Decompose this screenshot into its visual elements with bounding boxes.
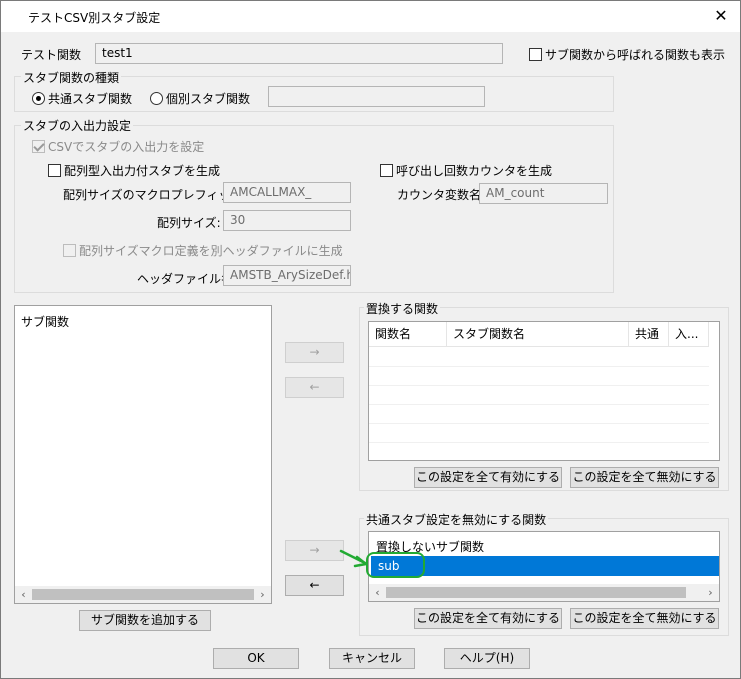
scroll-thumb[interactable] xyxy=(386,587,686,598)
radio-dot xyxy=(150,92,163,105)
array-stub-checkbox[interactable]: 配列型入出力付スタブを生成 xyxy=(48,162,220,179)
add-sub-function-button[interactable]: サブ関数を追加する xyxy=(79,610,211,631)
column-function-name[interactable]: 関数名 xyxy=(369,322,447,347)
stub-io-title: スタブの入出力設定 xyxy=(21,117,134,134)
macro-header-label: 配列サイズマクロ定義を別ヘッダファイルに生成 xyxy=(79,244,343,258)
help-button[interactable]: ヘルプ(H) xyxy=(444,648,530,669)
column-stub-name[interactable]: スタブ関数名 xyxy=(447,322,629,347)
ok-button[interactable]: OK xyxy=(213,648,299,669)
common-stub-label: 共通スタブ関数 xyxy=(48,92,133,106)
call-counter-checkbox[interactable]: 呼び出し回数カウンタを生成 xyxy=(380,162,552,179)
checkbox-box xyxy=(32,140,45,153)
stub-kind-title: スタブ関数の種類 xyxy=(21,69,122,86)
window-title: テストCSV別スタブ設定 xyxy=(28,11,161,25)
table-row-divider xyxy=(369,404,709,405)
radio-dot xyxy=(32,92,45,105)
disable-list-scrollbar[interactable]: ‹ › xyxy=(369,584,719,601)
test-function-label: テスト関数 xyxy=(21,48,82,62)
cancel-button[interactable]: キャンセル xyxy=(329,648,415,669)
checkbox-box xyxy=(529,48,542,61)
array-size-label: 配列サイズ: xyxy=(157,216,221,230)
individual-stub-label: 個別スタブ関数 xyxy=(166,92,251,106)
replace-disable-all-button[interactable]: この設定を全て無効にする xyxy=(570,467,719,488)
individual-stub-radio[interactable]: 個別スタブ関数 xyxy=(150,90,250,107)
call-counter-label: 呼び出し回数カウンタを生成 xyxy=(396,164,553,178)
column-common[interactable]: 共通 xyxy=(629,322,669,347)
move-right-button[interactable]: → xyxy=(285,342,344,363)
array-stub-label: 配列型入出力付スタブを生成 xyxy=(64,164,221,178)
table-row-divider xyxy=(369,366,709,367)
counter-var-field: AM_count xyxy=(479,183,608,204)
sub-function-list[interactable]: サブ関数 ‹ › xyxy=(14,305,272,604)
checkbox-box xyxy=(48,164,61,177)
close-icon[interactable]: ✕ xyxy=(710,6,732,26)
sub-function-header: サブ関数 xyxy=(21,315,70,329)
csv-io-checkbox[interactable]: CSVでスタブの入出力を設定 xyxy=(32,138,204,155)
replace-functions-table[interactable]: 関数名 スタブ関数名 共通 入... xyxy=(368,321,720,461)
checkbox-box xyxy=(63,244,76,257)
replace-functions-title: 置換する関数 xyxy=(364,300,441,317)
dialog-window: テストCSV別スタブ設定 ✕ テスト関数 test1 サブ関数から呼ばれる関数も… xyxy=(0,0,741,679)
table-row-divider xyxy=(369,442,709,443)
macro-header-checkbox[interactable]: 配列サイズマクロ定義を別ヘッダファイルに生成 xyxy=(63,242,343,259)
disable-disable-all-button[interactable]: この設定を全て無効にする xyxy=(570,608,719,629)
scroll-right-icon[interactable]: › xyxy=(702,584,719,601)
show-sub-called-checkbox[interactable]: サブ関数から呼ばれる関数も表示 xyxy=(529,46,725,63)
annotation-arrow-icon xyxy=(339,549,425,578)
replace-enable-all-button[interactable]: この設定を全て有効にする xyxy=(414,467,562,488)
individual-stub-field xyxy=(268,86,485,107)
counter-var-label: カウンタ変数名: xyxy=(397,188,486,202)
scroll-left-icon[interactable]: ‹ xyxy=(369,584,386,601)
array-size-field: 30 xyxy=(223,210,351,231)
common-stub-radio[interactable]: 共通スタブ関数 xyxy=(32,90,132,107)
scroll-thumb[interactable] xyxy=(32,589,254,600)
sub-list-scrollbar[interactable]: ‹ › xyxy=(15,586,271,603)
header-file-field: AMSTB_ArySizeDef.h xyxy=(223,265,351,286)
table-header: 関数名 スタブ関数名 共通 入... xyxy=(369,322,709,347)
disable-common-title: 共通スタブ設定を無効にする関数 xyxy=(364,511,549,528)
show-sub-called-label: サブ関数から呼ばれる関数も表示 xyxy=(545,48,726,62)
column-io[interactable]: 入... xyxy=(669,322,709,347)
move-left-button[interactable]: ← xyxy=(285,377,344,398)
title-bar: テストCSV別スタブ設定 ✕ xyxy=(1,1,740,32)
disable-enable-all-button[interactable]: この設定を全て有効にする xyxy=(414,608,562,629)
checkbox-box xyxy=(380,164,393,177)
test-function-field: test1 xyxy=(95,43,503,64)
csv-io-label: CSVでスタブの入出力を設定 xyxy=(48,140,205,154)
scroll-left-icon[interactable]: ‹ xyxy=(15,586,32,603)
table-row-divider xyxy=(369,385,709,386)
scroll-right-icon[interactable]: › xyxy=(254,586,271,603)
macro-prefix-field: AMCALLMAX_ xyxy=(223,182,351,203)
table-row-divider xyxy=(369,423,709,424)
